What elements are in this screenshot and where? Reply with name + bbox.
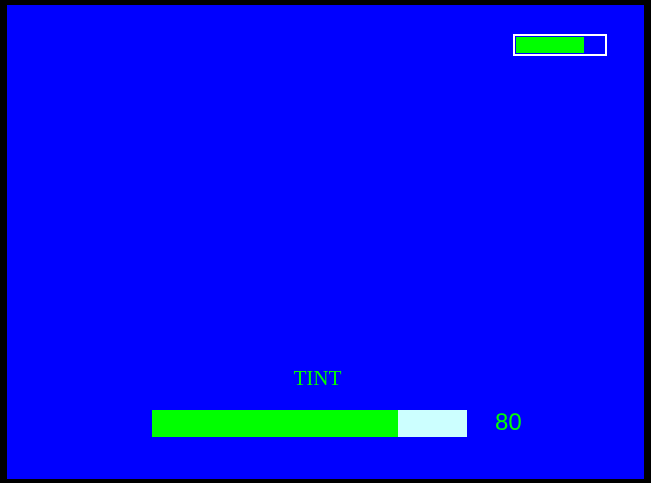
battery-icon [513, 34, 607, 56]
tint-value: 80 [495, 409, 522, 436]
tint-slider-fill [152, 410, 398, 437]
tint-slider[interactable] [152, 410, 467, 437]
setting-label: TINT [293, 366, 342, 390]
osd-screen [7, 5, 644, 479]
battery-level-fill [516, 37, 585, 53]
